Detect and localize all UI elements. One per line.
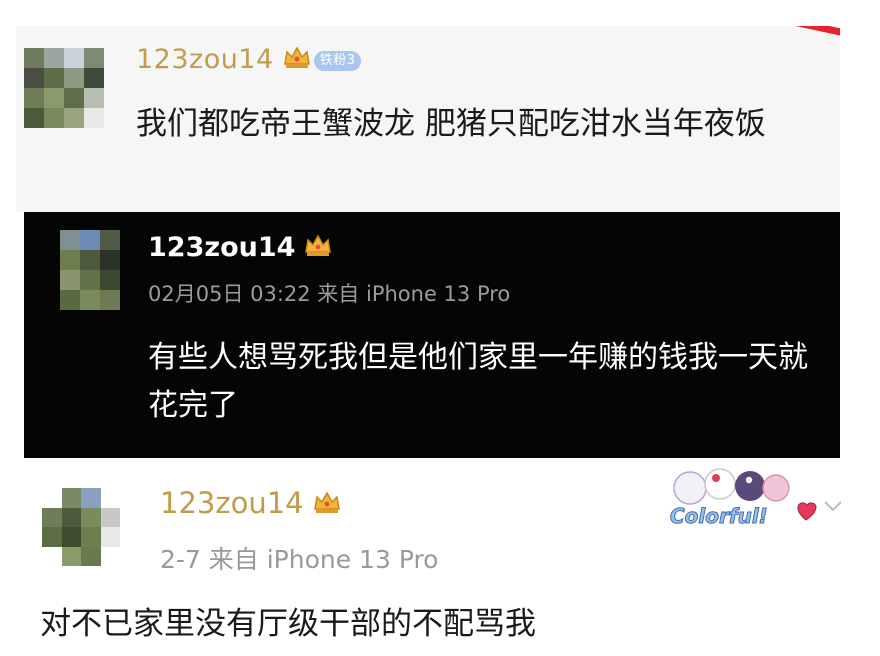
username-text[interactable]: 123zou14 [160,486,304,520]
comment-card-3: 123zou14 2-7 来自 iPhone 13 Pro Colorful! [0,458,880,656]
sticker-text: Colorful! [670,504,768,528]
crown-icon [282,44,312,77]
avatar[interactable] [24,48,104,128]
username-text[interactable]: 123zou14 [148,232,295,263]
crown-icon [303,232,333,265]
comment-meta: 02月05日 03:22 来自 iPhone 13 Pro [148,282,511,306]
username[interactable]: 123zou14 铁粉3 [136,44,362,77]
crown-icon [312,488,342,522]
avatar[interactable] [42,488,120,566]
username[interactable]: 123zou14 [160,486,342,522]
comment-text: 对不已家里没有厅级干部的不配骂我 [40,606,536,642]
heart-icon [797,502,817,521]
comment-card-1: 123zou14 铁粉3 我们都吃帝王蟹波龙 肥猪只配吃泔水当年夜饭 [16,26,840,212]
avatar[interactable] [60,230,120,310]
username[interactable]: 123zou14 [148,232,333,265]
comment-meta: 2-7 来自 iPhone 13 Pro [160,545,439,574]
chevron-down-icon[interactable] [822,498,844,518]
comment-text: 我们都吃帝王蟹波龙 肥猪只配吃泔水当年夜饭 [136,106,766,142]
comment-text: 有些人想骂死我但是他们家里一年赚的钱我一天就花完了 [148,340,808,423]
username-text[interactable]: 123zou14 [136,44,274,75]
fan-badge: 铁粉3 [313,50,362,71]
comment-card-2: 123zou14 02月05日 03:22 来自 iPhone 13 Pro 有… [24,212,840,458]
red-corner-decoration [740,26,840,52]
colorful-sticker: Colorful! [656,466,824,532]
